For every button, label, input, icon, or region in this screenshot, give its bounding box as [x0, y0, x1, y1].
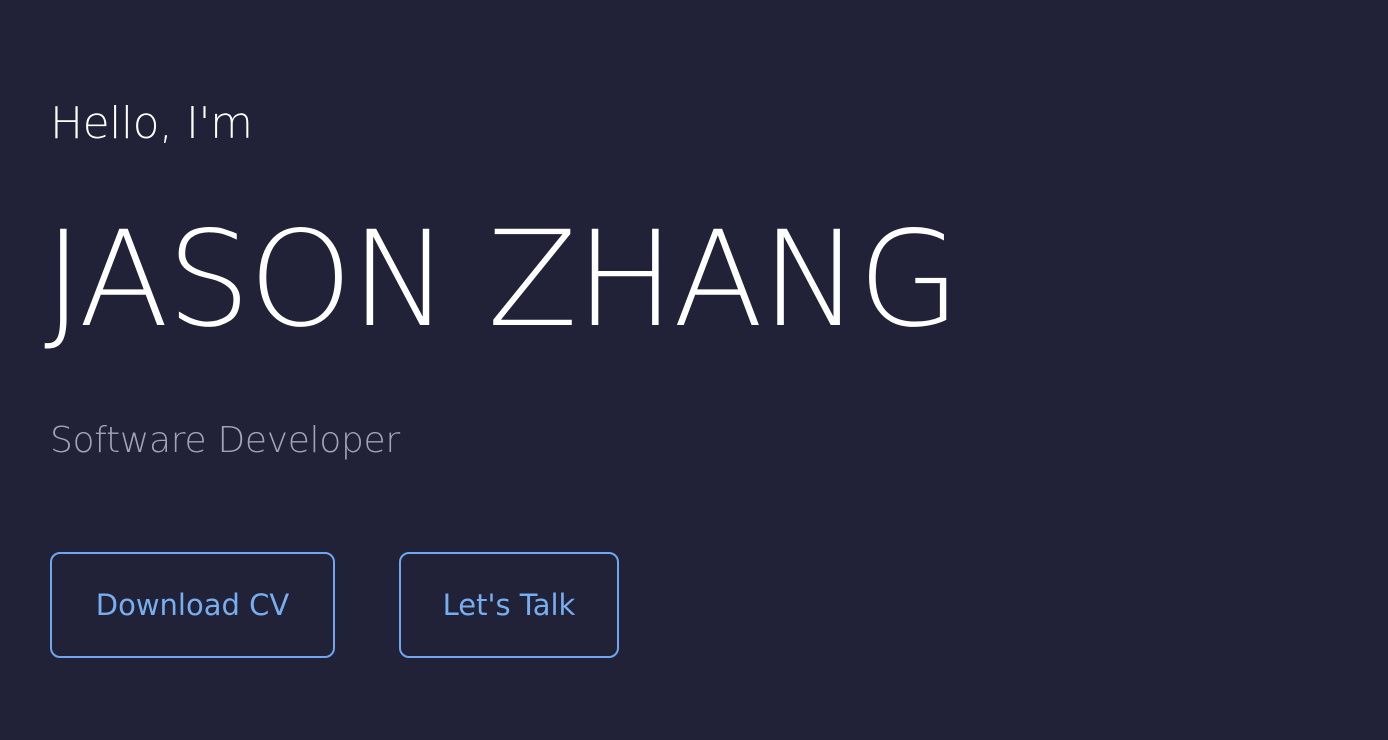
- hero-section: Hello, I'm JASON ZHANG Software Develope…: [44, 0, 1340, 740]
- greeting-text: Hello, I'm: [50, 98, 253, 149]
- job-title: Software Developer: [50, 420, 400, 461]
- lets-talk-button[interactable]: Let's Talk: [399, 552, 619, 658]
- profile-name: JASON ZHANG: [44, 203, 960, 357]
- hero-actions: Download CV Let's Talk: [50, 552, 619, 658]
- download-cv-button[interactable]: Download CV: [50, 552, 335, 658]
